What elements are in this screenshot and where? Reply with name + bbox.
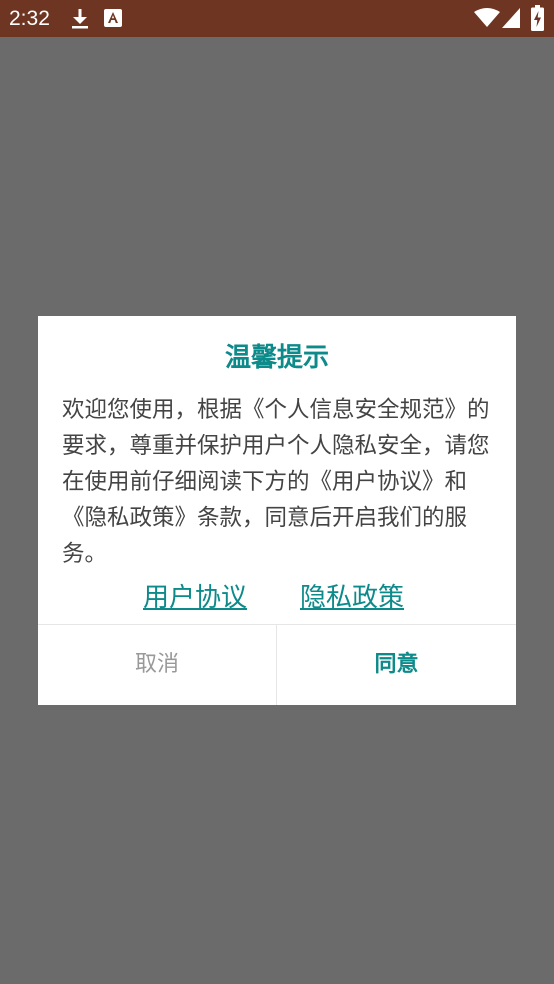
agree-button[interactable]: 同意 <box>277 625 516 705</box>
privacy-policy-link[interactable]: 隐私政策 <box>300 578 404 618</box>
dialog-message: 欢迎您使用，根据《个人信息安全规范》的要求，尊重并保护用户个人隐私安全，请您在使… <box>62 397 490 567</box>
privacy-dialog: 温馨提示 欢迎您使用，根据《个人信息安全规范》的要求，尊重并保护用户个人隐私安全… <box>38 316 516 705</box>
status-bar: 2:32 <box>0 0 554 37</box>
a-notification-icon <box>104 9 122 27</box>
signal-icon <box>502 8 520 28</box>
user-agreement-link[interactable]: 用户协议 <box>143 578 247 618</box>
download-icon <box>72 9 88 29</box>
status-time: 2:32 <box>9 7 50 30</box>
wifi-icon <box>474 8 500 27</box>
battery-icon <box>531 5 544 31</box>
dialog-title: 温馨提示 <box>224 343 329 373</box>
cancel-button[interactable]: 取消 <box>38 625 276 705</box>
agreement-links: 用户协议 隐私政策 <box>38 578 516 618</box>
